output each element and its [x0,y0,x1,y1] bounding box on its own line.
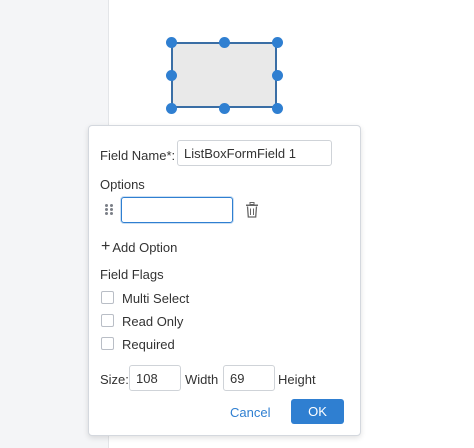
add-option-label: Add Option [112,239,178,255]
options-label: Options [100,177,145,192]
plus-icon: + [101,238,111,255]
field-name-label: Field Name*: [100,148,176,163]
ok-button[interactable]: OK [291,399,344,424]
resize-handle-left[interactable] [166,70,177,81]
resize-handle-bottom-right[interactable] [272,103,283,114]
trash-icon[interactable] [245,202,259,218]
drag-handle-icon[interactable] [104,203,114,216]
resize-handle-top-right[interactable] [272,37,283,48]
required-checkbox[interactable] [101,337,114,350]
resize-handle-bottom-left[interactable] [166,103,177,114]
cancel-button[interactable]: Cancel [230,405,270,420]
multi-select-label: Multi Select [122,291,190,306]
width-input[interactable] [129,365,181,391]
height-input[interactable] [223,365,275,391]
field-name-input[interactable] [177,140,332,166]
read-only-label: Read Only [122,314,184,329]
resize-handle-bottom[interactable] [219,103,230,114]
required-label: Required [122,337,175,352]
read-only-checkbox[interactable] [101,314,114,327]
listbox-shape[interactable] [171,42,277,108]
multi-select-checkbox[interactable] [101,291,114,304]
option-input[interactable] [121,197,233,223]
height-label: Height [278,372,316,387]
add-option-button[interactable]: + Add Option [101,239,177,255]
resize-handle-top[interactable] [219,37,230,48]
resize-handle-top-left[interactable] [166,37,177,48]
form-field-properties-dialog: Field Name*: Options + Add Option Field … [88,125,361,436]
size-label: Size: [100,372,129,387]
resize-handle-right[interactable] [272,70,283,81]
field-flags-label: Field Flags [100,267,164,282]
width-label: Width [185,372,219,387]
